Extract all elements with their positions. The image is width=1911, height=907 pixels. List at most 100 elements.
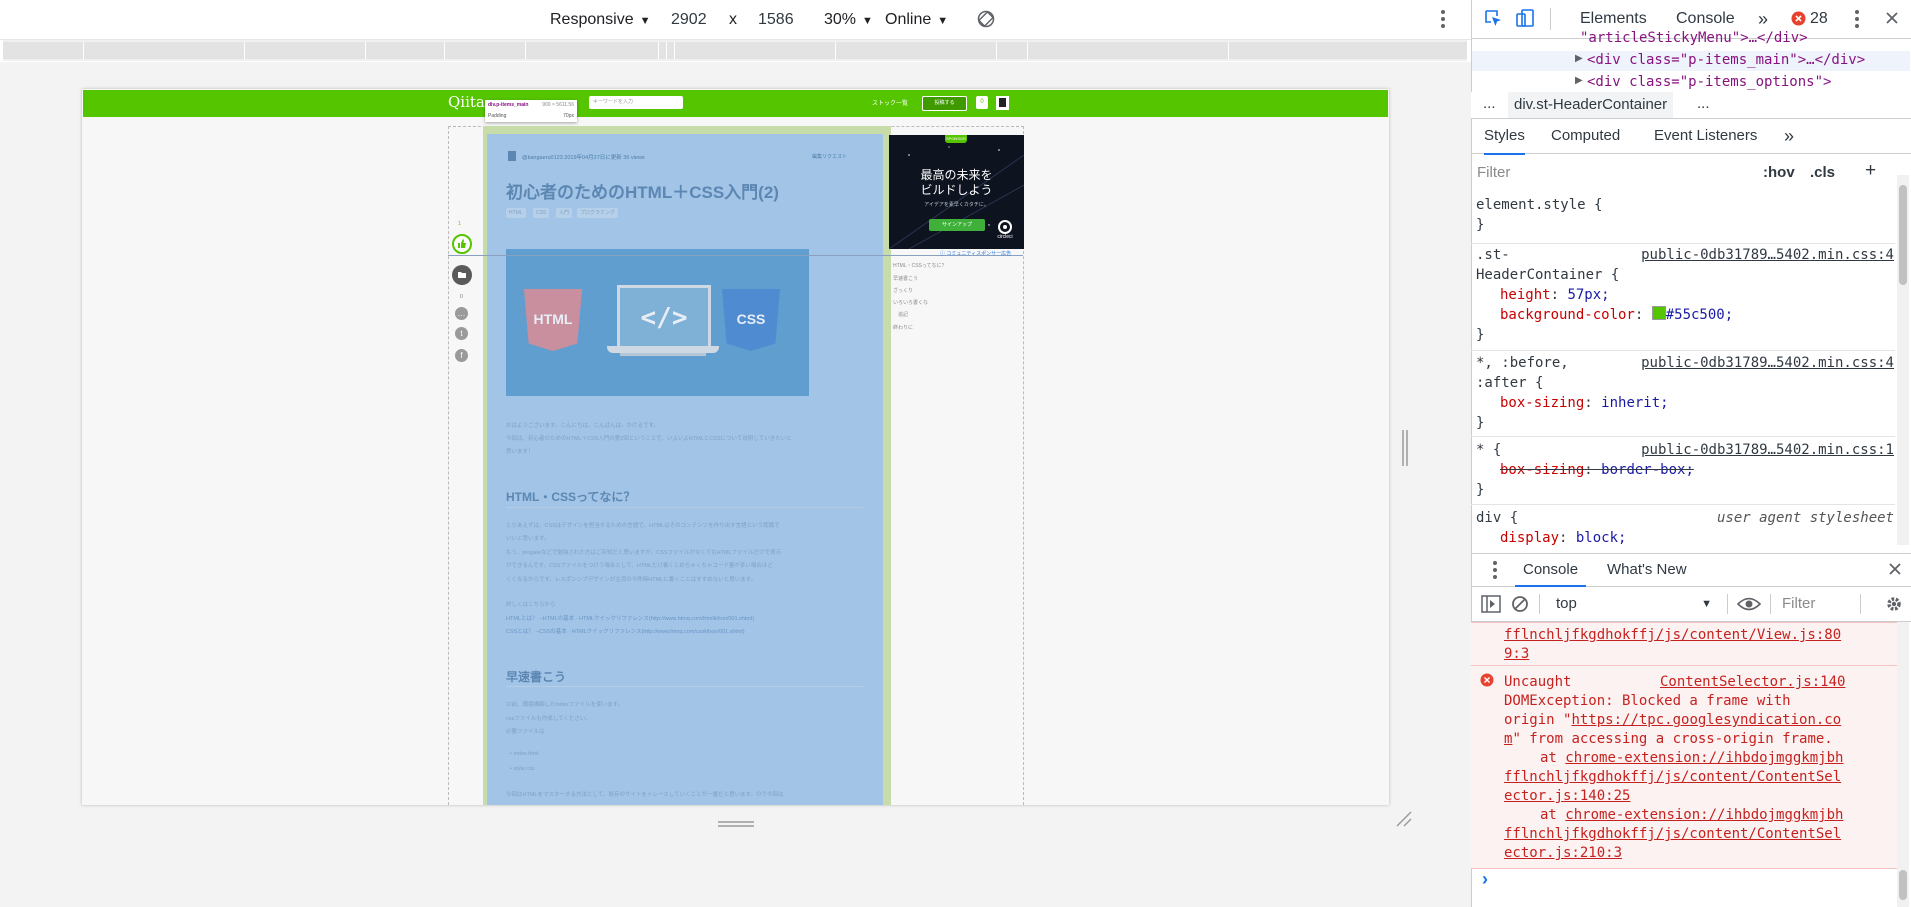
drawer-tab-whats-new[interactable]: What's New bbox=[1607, 554, 1687, 585]
rule-source-link[interactable]: public-0db31789…5402.min.css:4 bbox=[1641, 353, 1894, 373]
media-query-segment[interactable] bbox=[3, 42, 84, 59]
drawer-menu-icon[interactable] bbox=[1492, 560, 1498, 580]
zoom-select[interactable]: 30% ▼ bbox=[824, 0, 873, 39]
ad-signup-button[interactable]: サインアップ bbox=[929, 219, 985, 231]
expand-arrow-icon[interactable]: ▶ bbox=[1575, 75, 1583, 86]
console-scrollbar[interactable] bbox=[1897, 622, 1909, 907]
resize-handle-right[interactable] bbox=[1401, 430, 1409, 466]
styles-filter-input[interactable]: Filter bbox=[1477, 161, 1748, 185]
media-query-segment[interactable] bbox=[997, 42, 1028, 59]
media-query-segment[interactable] bbox=[366, 42, 445, 59]
clear-console-icon[interactable] bbox=[1511, 595, 1529, 613]
media-query-segment[interactable] bbox=[1229, 42, 1468, 59]
tab-styles[interactable]: Styles bbox=[1484, 119, 1525, 155]
rule-source-link[interactable]: public-0db31789…5402.min.css:1 bbox=[1641, 440, 1894, 460]
console-source-link[interactable]: ContentSelector.js:140 bbox=[1660, 673, 1845, 692]
sponsor-note[interactable]: ⓘ コミュニティスポンサー広告 bbox=[940, 250, 1011, 257]
hover-state-toggle[interactable]: :hov bbox=[1763, 164, 1795, 181]
device-toggle-icon[interactable] bbox=[1515, 8, 1535, 28]
css-property[interactable]: box-sizing bbox=[1500, 462, 1584, 478]
media-query-segment[interactable] bbox=[245, 42, 366, 59]
css-value[interactable]: #55c500; bbox=[1666, 307, 1733, 323]
media-query-segment[interactable] bbox=[84, 42, 245, 59]
dom-node[interactable]: <div class="p-items_options"> bbox=[1587, 74, 1831, 90]
resize-handle-corner[interactable] bbox=[1395, 810, 1413, 828]
css-value[interactable]: block; bbox=[1576, 530, 1627, 546]
stack-link[interactable]: fflnchljfkgdhokffj/js/content/ContentSel bbox=[1504, 825, 1841, 844]
twitter-icon[interactable]: t bbox=[455, 327, 468, 340]
post-button[interactable]: 投稿する bbox=[922, 96, 967, 111]
tag[interactable]: 入門 bbox=[556, 208, 573, 218]
stack-link[interactable]: fflnchljfkgdhokffj/js/content/ContentSel bbox=[1504, 768, 1841, 787]
dom-node[interactable]: <div class="p-items_main">…</div> bbox=[1587, 52, 1865, 68]
site-logo[interactable]: Qiita bbox=[448, 93, 485, 111]
toc-item[interactable]: 終わりに bbox=[893, 324, 913, 331]
breadcrumb-item[interactable]: div.st-HeaderContainer bbox=[1508, 92, 1674, 118]
toc-item[interactable]: 追記 bbox=[898, 311, 908, 318]
media-query-bar[interactable] bbox=[3, 40, 1468, 61]
stack-link[interactable]: ector.js:140:25 bbox=[1504, 787, 1630, 806]
eye-icon[interactable] bbox=[1736, 596, 1762, 612]
tab-event-listeners[interactable]: Event Listeners bbox=[1654, 119, 1757, 153]
rule-selector[interactable]: *, :before, bbox=[1476, 355, 1569, 371]
css-property[interactable]: background-color bbox=[1500, 307, 1635, 323]
console-source-link[interactable]: fflnchljfkgdhokffj/js/content/View.js:80 bbox=[1504, 626, 1841, 645]
media-query-segment[interactable] bbox=[1028, 42, 1229, 59]
error-url-link[interactable]: https://tpc.googlesyndication.co bbox=[1571, 712, 1841, 728]
color-swatch[interactable] bbox=[1651, 306, 1666, 320]
stock-list-link[interactable]: ストック一覧 bbox=[872, 98, 908, 107]
console-source-link[interactable]: 9:3 bbox=[1504, 645, 1529, 664]
stack-link[interactable]: ector.js:210:3 bbox=[1504, 844, 1622, 863]
add-rule-button[interactable]: + bbox=[1865, 160, 1876, 182]
rule-selector[interactable]: element.style { bbox=[1476, 195, 1894, 215]
comment-icon[interactable]: … bbox=[455, 307, 468, 320]
viewport-height-input[interactable]: 1586 bbox=[756, 9, 796, 31]
like-button[interactable] bbox=[452, 234, 472, 254]
throttle-select[interactable]: Online ▼ bbox=[885, 0, 948, 39]
facebook-icon[interactable]: f bbox=[455, 349, 468, 362]
css-property[interactable]: box-sizing bbox=[1500, 395, 1584, 411]
error-count[interactable]: 28 bbox=[1810, 0, 1828, 38]
tab-computed[interactable]: Computed bbox=[1551, 119, 1620, 153]
more-options-icon[interactable] bbox=[1440, 9, 1446, 29]
reference-link[interactable]: CSSとは？ --CSSの基本 · HTMLクイックリファレンス(http://… bbox=[506, 627, 745, 635]
toc-item[interactable]: 早速書こう bbox=[893, 275, 918, 282]
media-query-segment[interactable] bbox=[675, 42, 836, 59]
rule-selector[interactable]: div { bbox=[1476, 510, 1518, 526]
inspect-element-icon[interactable] bbox=[1483, 8, 1503, 28]
device-select[interactable]: Responsive ▼ bbox=[550, 0, 651, 39]
rule-selector[interactable]: * { bbox=[1476, 442, 1501, 458]
edit-request-link[interactable]: 編集リクエスト bbox=[812, 153, 847, 160]
expand-arrow-icon[interactable]: ▶ bbox=[1575, 53, 1583, 64]
dom-node[interactable]: "articleStickyMenu">…</div> bbox=[1580, 30, 1808, 46]
css-value[interactable]: 57px; bbox=[1567, 287, 1609, 303]
class-toggle[interactable]: .cls bbox=[1810, 164, 1835, 181]
rule-selector[interactable]: :after { bbox=[1476, 373, 1894, 393]
breadcrumb-ellipsis[interactable]: ... bbox=[1697, 95, 1710, 112]
close-icon[interactable] bbox=[1885, 11, 1899, 25]
tag[interactable]: CSS bbox=[533, 208, 550, 218]
media-query-segment[interactable] bbox=[526, 42, 659, 59]
stack-link[interactable]: chrome-extension://ihbdojmggkmjbh bbox=[1565, 807, 1843, 823]
console-filter-input[interactable]: Filter bbox=[1774, 587, 1852, 621]
resize-handle-bottom[interactable] bbox=[718, 815, 754, 827]
author-avatar[interactable] bbox=[508, 151, 516, 161]
viewport-width-input[interactable]: 2902 bbox=[669, 9, 709, 31]
rule-selector[interactable]: .st- bbox=[1476, 247, 1510, 263]
error-icon[interactable] bbox=[1791, 11, 1806, 26]
drawer-tab-console[interactable]: Console bbox=[1515, 554, 1587, 587]
console-prompt[interactable]: › bbox=[1482, 869, 1488, 890]
media-query-segment[interactable] bbox=[836, 42, 997, 59]
rule-selector[interactable]: HeaderContainer { bbox=[1476, 265, 1894, 285]
stack-link[interactable]: chrome-extension://ihbdojmggkmjbh bbox=[1565, 750, 1843, 766]
styles-scrollbar-thumb[interactable] bbox=[1899, 185, 1907, 285]
media-query-segment[interactable] bbox=[445, 42, 526, 59]
breadcrumb-ellipsis[interactable]: ... bbox=[1483, 95, 1496, 112]
media-query-segment[interactable] bbox=[659, 42, 667, 59]
toc-item[interactable]: いろいろ書くな bbox=[893, 299, 928, 306]
more-options-icon[interactable] bbox=[1854, 9, 1860, 29]
tag[interactable]: HTML bbox=[506, 208, 526, 218]
gear-icon[interactable] bbox=[1885, 595, 1903, 613]
console-scrollbar-thumb[interactable] bbox=[1899, 870, 1907, 900]
context-select[interactable]: top ▼ bbox=[1548, 587, 1720, 621]
